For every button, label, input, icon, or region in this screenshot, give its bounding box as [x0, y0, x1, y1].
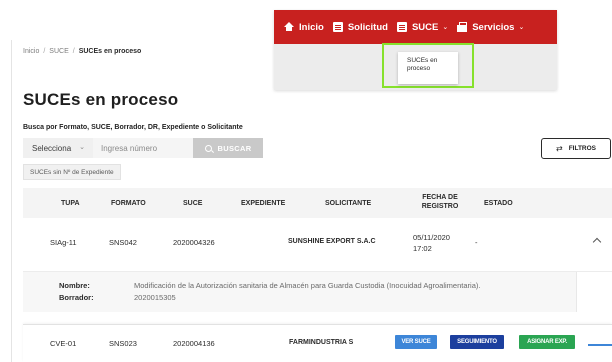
chevron-down-icon: ⌄: [79, 144, 85, 151]
chevron-down-icon: ⌄: [442, 24, 449, 31]
format-select-value: Selecciona: [32, 144, 72, 153]
nav-item-label: Solicitud: [347, 21, 388, 33]
cell-suce: 2020004326: [173, 238, 215, 247]
header-fecha-line1: FECHA DE: [422, 194, 458, 201]
nav-item-solicitud[interactable]: Solicitud: [332, 21, 388, 33]
cell-tupa: SIAg-11: [50, 238, 77, 247]
nav-item-servicios[interactable]: Servicios ⌄: [457, 22, 524, 33]
cell-solicitante: SUNSHINE EXPORT S.A.C: [288, 238, 376, 245]
cell-tupa: CVE-01: [50, 339, 77, 348]
search-icon: [204, 144, 212, 152]
header-tupa: TUPA: [61, 200, 80, 207]
filters-button[interactable]: ⇄ FILTROS: [541, 138, 611, 159]
detail-nombre-label: Nombre:: [59, 281, 90, 290]
header-suce: SUCE: [183, 200, 203, 207]
cell-suce: 2020004136: [173, 339, 215, 348]
cell-fecha-time: 17:02: [413, 244, 432, 253]
nav-item-suce[interactable]: SUCE ⌄: [396, 21, 449, 33]
detail-side-cell: [576, 272, 612, 312]
format-select[interactable]: Selecciona ⌄: [23, 138, 93, 158]
cell-estado: -: [475, 238, 478, 247]
header-estado: ESTADO: [484, 200, 513, 207]
breadcrumb: Inicio / SUCE / SUCEs en proceso: [23, 48, 141, 55]
breadcrumb-inicio[interactable]: Inicio: [23, 48, 39, 55]
filter-chip[interactable]: SUCEs sin Nº de Expediente: [23, 164, 121, 180]
table-row[interactable]: SIAg-11 SNS042 2020004326 SUNSHINE EXPOR…: [23, 218, 612, 272]
breadcrumb-separator: /: [43, 48, 46, 55]
header-fecha: FECHA DE REGISTRO: [419, 193, 461, 211]
document-icon: [332, 22, 343, 32]
cell-formato: SNS023: [109, 339, 137, 348]
home-icon: [284, 21, 294, 31]
detail-borrador-value: 2020015305: [134, 293, 176, 302]
top-nav-bar: Inicio Solicitud SUCE ⌄ Servicios ⌄: [274, 10, 557, 44]
nav-item-label: Servicios: [472, 21, 515, 33]
table-row[interactable]: CVE-01 SNS023 2020004136 FARMINDUSTRIA S…: [23, 324, 612, 362]
box-icon: [457, 22, 468, 32]
filter-chip-label: SUCEs sin Nº de Expediente: [30, 168, 114, 176]
asignar-exp-button[interactable]: ASIGNAR EXP.: [519, 335, 575, 349]
header-fecha-line2: REGISTRO: [421, 203, 459, 210]
results-table: TUPA FORMATO SUCE EXPEDIENTE SOLICITANTE…: [23, 188, 612, 362]
search-button-label: BUSCAR: [217, 143, 252, 153]
chevron-down-icon: ⌄: [518, 24, 525, 31]
expand-indicator[interactable]: [588, 344, 612, 346]
cell-solicitante: FARMINDUSTRIA S: [289, 339, 354, 346]
nav-item-label: Inicio: [299, 21, 324, 33]
detail-nombre-value: Modificación de la Autorización sanitari…: [134, 281, 481, 290]
number-input[interactable]: [93, 138, 193, 158]
header-expediente: EXPEDIENTE: [241, 200, 286, 207]
search-button[interactable]: BUSCAR: [193, 138, 263, 158]
nav-item-inicio[interactable]: Inicio: [284, 21, 324, 33]
nav-item-label: SUCE: [411, 21, 439, 33]
document-icon: [396, 22, 407, 32]
seguimiento-button[interactable]: SEGUIMIENTO: [450, 335, 504, 349]
sliders-icon: ⇄: [555, 144, 563, 153]
cell-fecha-date: 05/11/2020: [413, 233, 450, 242]
breadcrumb-current: SUCEs en proceso: [78, 48, 142, 55]
filters-button-label: FILTROS: [568, 145, 597, 152]
page-title: SUCEs en proceso: [23, 90, 179, 109]
detail-borrador-label: Borrador:: [59, 293, 94, 302]
cell-formato: SNS042: [109, 238, 137, 247]
chevron-up-icon[interactable]: [592, 237, 602, 247]
cell-fecha: 05/11/2020 17:02: [413, 232, 450, 254]
row-detail: Nombre: Modificación de la Autorización …: [23, 272, 612, 312]
dropdown-item-line: SUCEs en: [407, 57, 438, 64]
breadcrumb-separator: /: [72, 48, 75, 55]
breadcrumb-suce[interactable]: SUCE: [49, 48, 68, 55]
search-label: Busca por Formato, SUCE, Borrador, DR, E…: [23, 124, 243, 131]
table-header: TUPA FORMATO SUCE EXPEDIENTE SOLICITANTE…: [23, 188, 612, 218]
ver-suce-button[interactable]: VER SUCE: [395, 335, 437, 349]
dropdown-item-suces-en-proceso[interactable]: SUCEs en proceso: [398, 52, 458, 84]
header-formato: FORMATO: [111, 200, 146, 207]
dropdown-item-line: proceso: [407, 65, 431, 72]
header-solicitante: SOLICITANTE: [325, 200, 372, 207]
